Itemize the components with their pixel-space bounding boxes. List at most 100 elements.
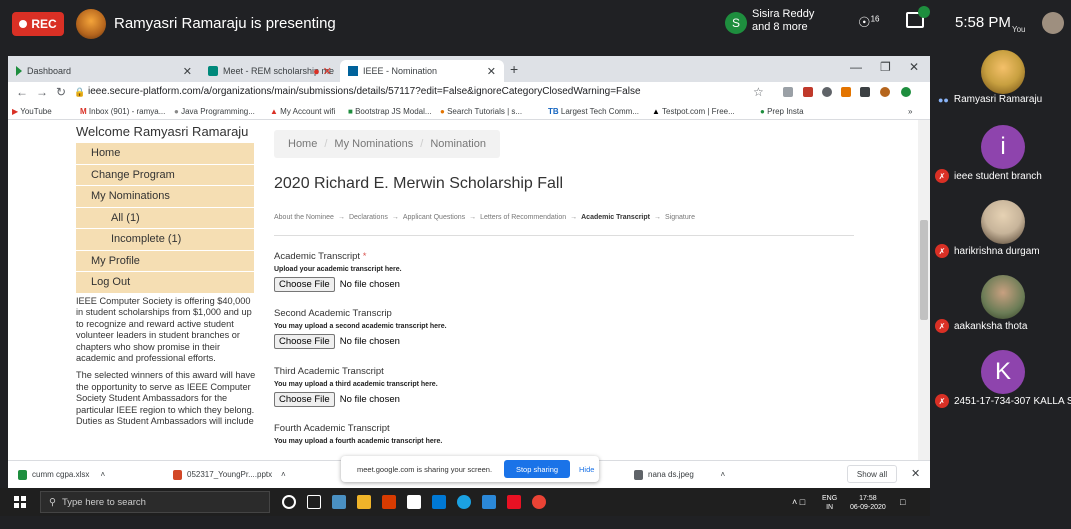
- chevron-up-icon[interactable]: ˄: [281, 470, 286, 479]
- step-applicant-questions[interactable]: Applicant Questions: [403, 214, 465, 221]
- task-view-icon[interactable]: [307, 495, 321, 509]
- sidebar-item-label: All (1): [111, 211, 140, 224]
- bookmark-testpot[interactable]: ▲ Testpot.com | Free...: [652, 107, 735, 116]
- choose-file-button[interactable]: Choose File: [274, 277, 335, 292]
- sidebar-item-label: My Nominations: [91, 190, 170, 203]
- sidebar-item-log-out[interactable]: Log Out: [76, 272, 254, 294]
- mic-off-icon: ✗: [935, 244, 949, 258]
- download-item[interactable]: cumm cgpa.xlsx ˄: [18, 470, 105, 480]
- bookmark-tech-comm[interactable]: TB Largest Tech Comm...: [548, 107, 639, 116]
- reload-icon[interactable]: ↻: [56, 85, 66, 99]
- file-status: No file chosen: [339, 336, 400, 347]
- close-icon[interactable]: ✕: [183, 65, 192, 78]
- sidebar-item-my-profile[interactable]: My Profile: [76, 250, 254, 272]
- sidebar-item-change-program[interactable]: Change Program: [76, 164, 254, 186]
- arrow-right-icon: →: [570, 214, 578, 221]
- self-avatar[interactable]: [1042, 12, 1064, 34]
- app-icon[interactable]: [482, 495, 496, 509]
- stop-sharing-button[interactable]: Stop sharing: [504, 460, 570, 478]
- sidebar-item-incomplete[interactable]: Incomplete (1): [76, 229, 254, 251]
- download-item[interactable]: 052317_YoungPr....pptx ˄: [173, 470, 286, 480]
- bookmark-search-tutorials[interactable]: ● Search Tutorials | s...: [440, 107, 522, 116]
- breadcrumb-nomination: Nomination: [430, 138, 486, 150]
- people-icon[interactable]: ☉16: [858, 14, 879, 31]
- language-indicator[interactable]: ENG IN: [822, 494, 837, 512]
- chrome-icon[interactable]: [532, 495, 546, 509]
- arrow-right-icon: →: [654, 214, 661, 221]
- acrobat-icon[interactable]: [507, 495, 521, 509]
- bookmark-youtube[interactable]: ▶ YouTube: [12, 107, 52, 116]
- extension-icon[interactable]: [783, 87, 793, 97]
- extension-icon[interactable]: [803, 87, 813, 97]
- meet-top-bar: REC Ramyasri Ramaraju is presenting S Si…: [0, 0, 1071, 48]
- app-icon[interactable]: [332, 495, 346, 509]
- tab-dashboard[interactable]: Dashboard ✕: [8, 60, 200, 82]
- close-icon[interactable]: ✕: [911, 467, 920, 480]
- minimize-icon[interactable]: —: [850, 60, 862, 74]
- participant-name-row: ✗ harikrishna durgam: [930, 244, 1040, 258]
- new-tab-icon[interactable]: +: [510, 61, 518, 77]
- sidebar-item-my-nominations[interactable]: My Nominations: [76, 186, 254, 208]
- show-all-button[interactable]: Show all: [847, 465, 897, 483]
- step-signature[interactable]: Signature: [665, 214, 695, 221]
- office-icon[interactable]: [382, 495, 396, 509]
- participants-summary[interactable]: Sisira Reddy and 8 more: [752, 8, 814, 34]
- windows-start-icon[interactable]: [14, 496, 26, 508]
- sidebar-item-all[interactable]: All (1): [76, 207, 254, 229]
- tray-icons[interactable]: ˄ □: [792, 497, 805, 507]
- choose-file-button[interactable]: Choose File: [274, 334, 335, 349]
- download-item[interactable]: nana ds.jpeg ˄: [634, 470, 725, 480]
- restore-icon[interactable]: ❐: [880, 60, 891, 74]
- puzzle-icon[interactable]: [860, 87, 870, 97]
- hide-button[interactable]: Hide: [579, 465, 594, 474]
- mail-icon[interactable]: [432, 495, 446, 509]
- step-academic-transcript[interactable]: Academic Transcript: [581, 214, 650, 221]
- tab-meet[interactable]: Meet - REM scholarship me ● ✕: [200, 60, 340, 82]
- close-icon[interactable]: ● ✕: [313, 65, 332, 78]
- extension-icon[interactable]: [822, 87, 832, 97]
- taskbar-date: 06-09-2020: [850, 504, 886, 511]
- close-icon[interactable]: ✕: [487, 65, 496, 78]
- main-content: Home / My Nominations / Nomination 2020 …: [274, 120, 914, 460]
- chat-icon[interactable]: [906, 6, 930, 28]
- page-scrollbar[interactable]: [918, 120, 930, 460]
- taskbar-search[interactable]: ⚲ Type here to search: [40, 491, 270, 513]
- edge-icon[interactable]: [457, 495, 471, 509]
- tab-ieee-nomination[interactable]: IEEE - Nomination ✕: [340, 60, 504, 82]
- download-filename: 052317_YoungPr....pptx: [187, 470, 273, 480]
- sidebar-item-label: Home: [91, 147, 121, 160]
- store-icon[interactable]: [407, 495, 421, 509]
- back-icon[interactable]: ←: [16, 85, 28, 99]
- extension-icon[interactable]: [841, 87, 851, 97]
- profile-icon[interactable]: [880, 87, 890, 97]
- bookmark-gmail[interactable]: M Inbox (901) - ramya...: [80, 107, 165, 116]
- bookmark-star-icon[interactable]: ☆: [753, 85, 764, 99]
- forward-icon[interactable]: →: [36, 85, 48, 99]
- menu-icon[interactable]: [901, 87, 911, 97]
- step-letters-of-recommendation[interactable]: Letters of Recommendation: [480, 214, 566, 221]
- breadcrumb-my-nominations[interactable]: My Nominations: [334, 138, 413, 150]
- breadcrumb-home[interactable]: Home: [288, 138, 317, 150]
- bookmark-java[interactable]: ● Java Programming...: [174, 107, 255, 116]
- cortana-icon[interactable]: [282, 495, 296, 509]
- file-explorer-icon[interactable]: [357, 495, 371, 509]
- download-filename: nana ds.jpeg: [648, 470, 694, 480]
- address-bar[interactable]: ieee.secure-platform.com/a/organizations…: [88, 86, 641, 97]
- taskbar: ⚲ Type here to search ˄ □ ENG IN 17:58 06…: [0, 488, 930, 516]
- choose-file-button[interactable]: Choose File: [274, 392, 335, 407]
- window-close-icon[interactable]: ✕: [909, 60, 919, 74]
- bookmark-prep-insta[interactable]: ● Prep Insta: [760, 107, 804, 116]
- chevron-up-icon[interactable]: ˄: [721, 470, 726, 479]
- scroll-thumb[interactable]: [920, 220, 928, 320]
- notification-icon[interactable]: □: [900, 497, 905, 507]
- bookmark-wifi[interactable]: ▲ My Account wifi: [270, 107, 335, 116]
- participant-avatar: S: [725, 12, 747, 34]
- step-declarations[interactable]: Declarations: [349, 214, 388, 221]
- bookmark-bootstrap[interactable]: ■ Bootstrap JS Modal...: [348, 107, 432, 116]
- more-bookmarks-icon[interactable]: »: [908, 107, 912, 116]
- chevron-up-icon[interactable]: ˄: [100, 470, 105, 479]
- taskbar-clock[interactable]: 17:58 06-09-2020: [850, 494, 886, 512]
- sidebar-item-home[interactable]: Home: [76, 143, 254, 165]
- speaking-indicator-icon: ●●: [938, 94, 949, 105]
- step-about-nominee[interactable]: About the Nominee: [274, 214, 334, 221]
